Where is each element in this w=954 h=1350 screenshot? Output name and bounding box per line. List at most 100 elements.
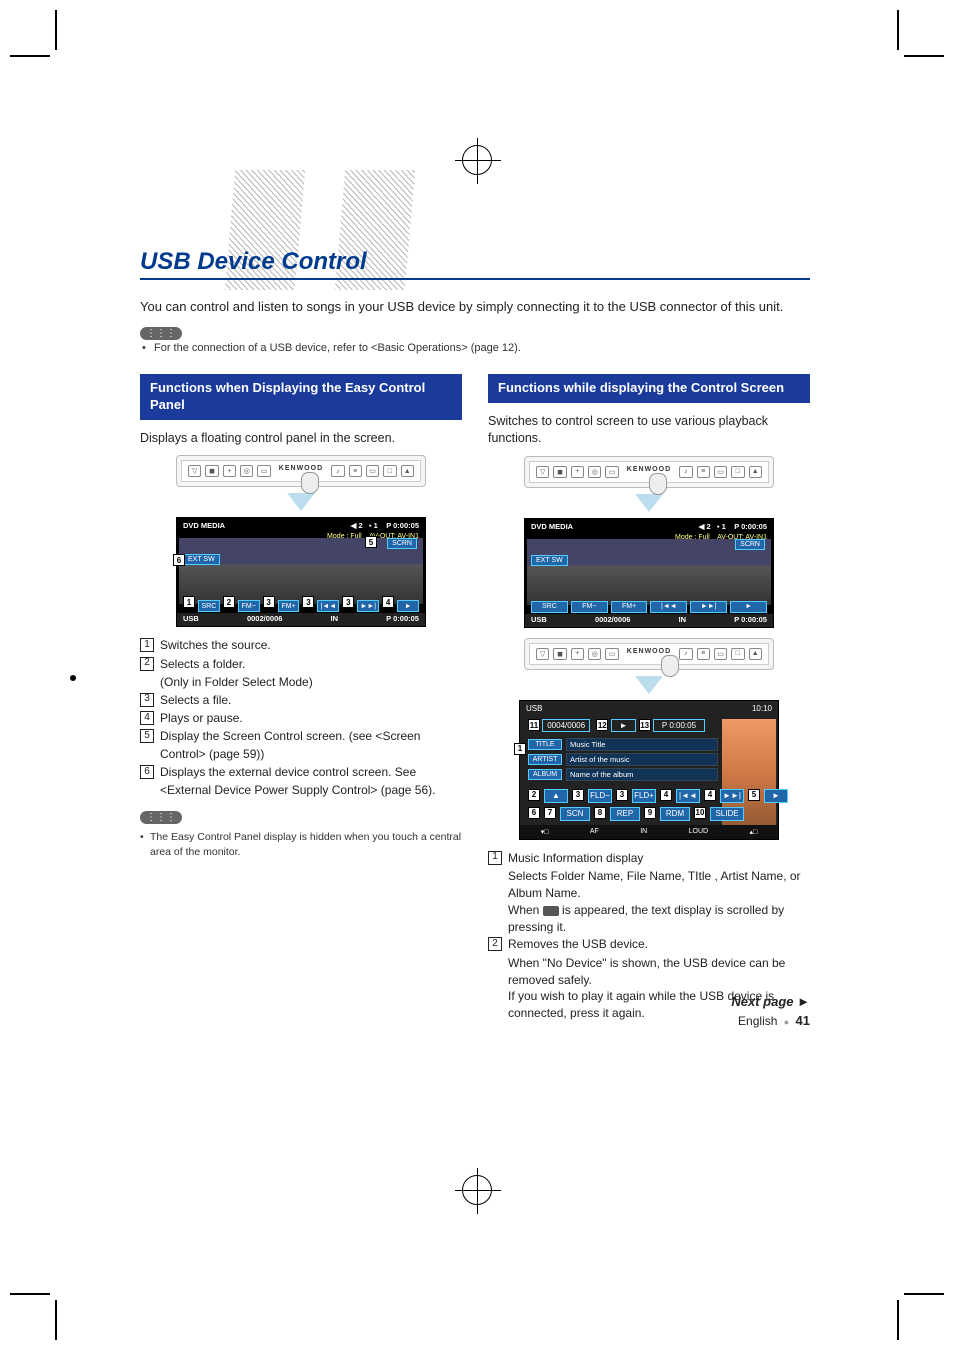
scn-button[interactable]: SCN [560,807,590,821]
play-time: P 0:00:05 [386,521,419,530]
page-title: USB Device Control [140,248,367,276]
nav-icon: ▽ [188,465,201,477]
easy-control-lead: Displays a floating control panel in the… [140,430,462,448]
callout-2: 2 [223,596,235,608]
callout-4b: 4 [704,789,716,801]
folder-minus-button[interactable]: FLD− [588,789,612,803]
next-button[interactable]: ►►| [720,789,744,803]
nav-icon: ▽ [536,466,549,478]
folder-plus-button[interactable]: FLD+ [632,789,656,803]
item-5: Display the Screen Control screen. (see … [160,728,462,763]
eq-icon: ≡ [697,466,710,478]
title-banner: USB Device Control [140,220,810,290]
nav-icon: ▽ [536,648,549,660]
src-button[interactable]: SRC [198,600,220,612]
play-button[interactable]: ► [730,601,767,613]
usb-label: USB [183,614,199,625]
eject-icon: ▲ [749,648,762,660]
eject-button[interactable]: ▲ [544,789,568,803]
usb-title: USB [526,704,542,713]
next-button[interactable]: ►►| [357,600,379,612]
plus-icon: + [223,465,236,477]
prev-button[interactable]: |◄◄ [317,600,339,612]
finger-touch-icon [301,472,319,494]
num-6: 6 [140,765,154,779]
registration-mark-icon [462,1175,492,1205]
scrn-button[interactable]: SCRN [387,538,417,549]
src-button[interactable]: SRC [531,601,568,613]
volume-icon: ◼ [553,466,566,478]
crop-mark [897,1300,899,1340]
callout-13: 13 [639,719,651,731]
registration-mark-icon [462,145,492,175]
num-2: 2 [140,657,154,671]
scrn-button[interactable]: SCRN [735,539,765,550]
num-1: 1 [488,851,502,865]
folder-plus-button[interactable]: FM+ [278,600,300,612]
callout-3: 3 [302,596,314,608]
callout-7: 7 [544,807,556,819]
play-button[interactable]: ► [764,789,788,803]
r-item-1a: Music Information display [508,850,643,867]
loud-indicator: LOUD [689,828,708,835]
folder-minus-button[interactable]: FM− [238,600,260,612]
callout-4: 4 [660,789,672,801]
ext-sw-button[interactable]: EXT SW [183,554,220,565]
folder-plus-button[interactable]: FM+ [611,601,648,613]
keypad-icon: ▭ [605,648,618,660]
binding-dot-icon [70,675,76,681]
dvd-control-mock: DVD MEDIA ◀ 2 ▪ 1 P 0:00:05 Mode : Full … [524,518,774,628]
track-counter: 0004/0006 [542,719,590,732]
af-indicator: AF [590,828,599,835]
usb-counter: 0002/0006 [247,614,282,625]
album-label: ALBUM [528,769,562,780]
crop-mark [10,1293,50,1295]
keypad-icon: ▭ [605,466,618,478]
callout-8: 8 [594,807,606,819]
prev-button[interactable]: |◄◄ [650,601,687,613]
drawer-up-icon[interactable]: ▴□ [749,828,757,836]
src-icon: □ [383,465,396,477]
note-icon: ⋮⋮⋮ [140,811,182,824]
prev-button[interactable]: |◄◄ [676,789,700,803]
ext-sw-button[interactable]: EXT SW [531,555,568,566]
disc-icon: ◎ [588,648,601,660]
callout-10: 10 [694,807,706,819]
r-item-2b: When "No Device" is shown, the USB devic… [508,955,810,989]
dvd-easy-control-mock: DVD MEDIA ◀ 2 ▪ 1 P 0:00:05 Mode : Full … [176,517,426,627]
callout-6: 6 [528,807,540,819]
audio-icon: ♪ [679,466,692,478]
play-time: P 0:00:05 [653,719,705,732]
callout-11: 11 [528,719,540,731]
src-icon: □ [731,648,744,660]
drawer-icon[interactable]: ▾□ [541,828,549,836]
item-4: Plays or pause. [160,710,243,727]
top-bar-mock-right: ▽ ◼ + ◎ ▭ KENWOOD ♪ ≡ ▭ □ ▲ [524,456,774,488]
rep-button[interactable]: REP [610,807,640,821]
clock: 10:10 [752,704,772,713]
rdm-button[interactable]: RDM [660,807,690,821]
language-label: English [738,1014,777,1028]
top-bar-mock-right-2: ▽ ◼ + ◎ ▭ KENWOOD ♪ ≡ ▭ □ ▲ [524,638,774,670]
num-2: 2 [488,937,502,951]
down-arrow-icon [635,676,663,694]
control-screen-lead: Switches to control screen to use variou… [488,413,810,448]
usb-time: P 0:00:05 [734,615,767,626]
usb-time: P 0:00:05 [386,614,419,625]
slide-button[interactable]: SLIDE [710,807,744,821]
title-label: TITLE [528,739,562,750]
folder-minus-button[interactable]: FM− [571,601,608,613]
callout-12: 12 [596,719,608,731]
play-button[interactable]: ► [397,600,419,612]
crop-mark [904,55,944,57]
usb-mode: IN [679,615,687,626]
usb-mode: IN [331,614,339,625]
video-icon: ▭ [714,648,727,660]
next-button[interactable]: ►►| [690,601,727,613]
in-indicator: IN [640,828,647,835]
connection-note: For the connection of a USB device, refe… [154,342,810,354]
music-info-block[interactable]: TITLEMusic Title ARTISTArtist of the mus… [528,738,718,781]
crop-mark [904,1293,944,1295]
audio-icon: ♪ [679,648,692,660]
num-5: 5 [140,729,154,743]
